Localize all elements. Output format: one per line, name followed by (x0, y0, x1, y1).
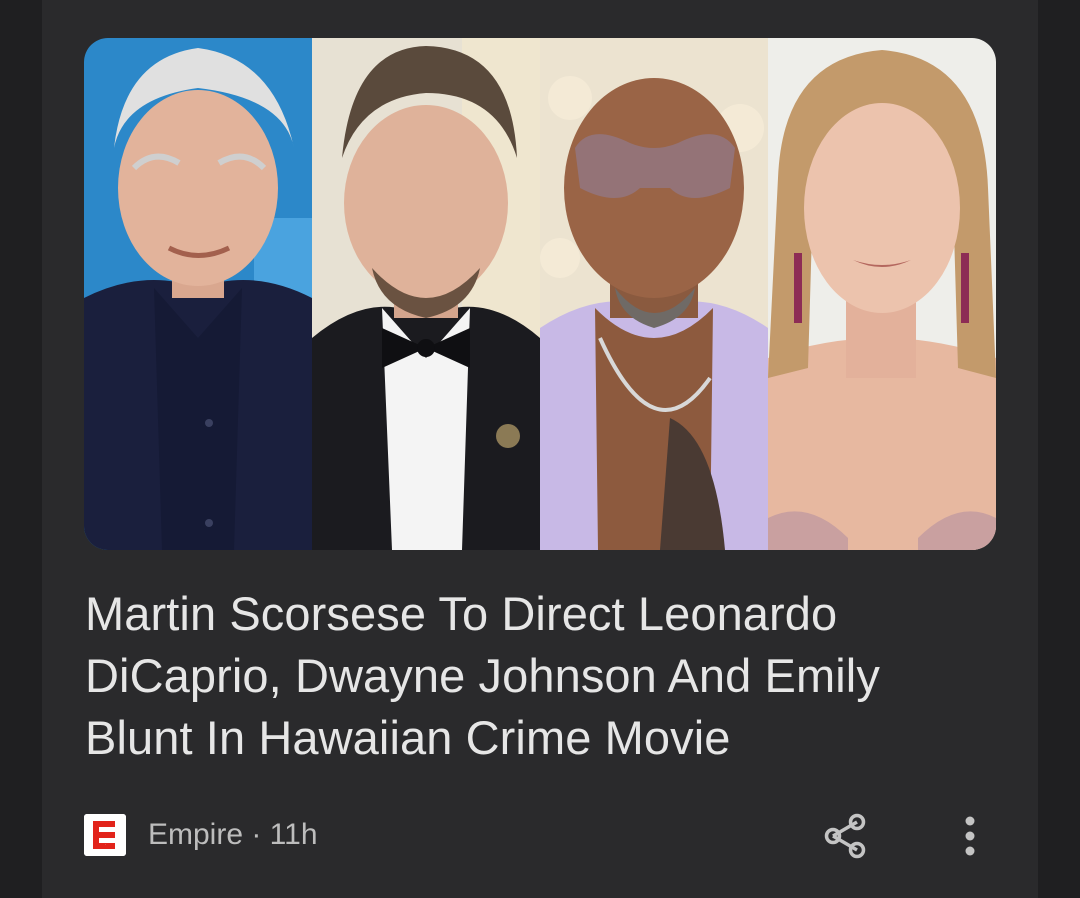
portrait-panel-1 (84, 38, 312, 550)
portrait-panel-4 (768, 38, 996, 550)
article-meta: E Empire · 11h (84, 813, 318, 857)
portrait-panel-2 (312, 38, 540, 550)
more-options-button[interactable] (940, 806, 1000, 866)
news-card[interactable]: Martin Scorsese To Direct Leonardo DiCap… (42, 0, 1038, 898)
share-button[interactable] (815, 806, 875, 866)
empire-logo-icon: E (84, 814, 126, 856)
publisher-logo-icon: E (84, 814, 126, 856)
share-icon (824, 813, 866, 859)
source-and-age: Empire · 11h (148, 818, 318, 851)
article-headline[interactable]: Martin Scorsese To Direct Leonardo DiCap… (85, 583, 985, 769)
news-feed-screen: Martin Scorsese To Direct Leonardo DiCap… (0, 0, 1080, 898)
portrait-panel-3 (540, 38, 768, 550)
more-vert-icon (965, 816, 975, 856)
article-thumbnail[interactable] (84, 38, 996, 550)
